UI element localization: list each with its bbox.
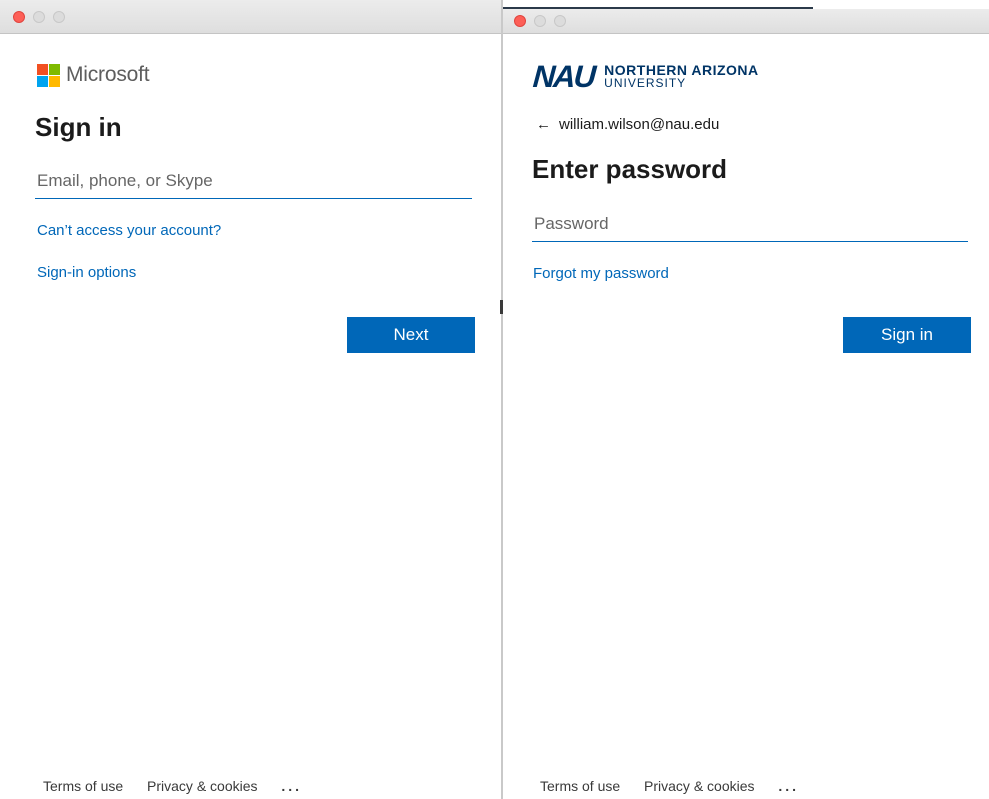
next-button[interactable]: Next: [347, 317, 475, 353]
sign-in-button[interactable]: Sign in: [843, 317, 971, 353]
page-title: Enter password: [532, 154, 728, 184]
nau-logo-line2: UNIVERSITY: [604, 76, 687, 90]
email-field[interactable]: [35, 164, 472, 199]
microsoft-signin-window: Microsoft Sign in Can’t access your acco…: [0, 0, 502, 799]
more-options-icon[interactable]: ...: [281, 778, 302, 794]
maximize-window-button[interactable]: [554, 15, 566, 27]
terms-of-use-link[interactable]: Terms of use: [540, 778, 620, 794]
account-identity: ← william.wilson@nau.edu: [536, 116, 719, 133]
privacy-cookies-link[interactable]: Privacy & cookies: [147, 778, 257, 794]
back-arrow-icon[interactable]: ←: [536, 116, 551, 133]
close-window-button[interactable]: [514, 15, 526, 27]
maximize-window-button[interactable]: [53, 10, 65, 23]
forgot-password-link[interactable]: Forgot my password: [533, 265, 669, 282]
nau-logo-line1: NORTHERN ARIZONA: [604, 62, 759, 78]
close-window-button[interactable]: [13, 10, 25, 23]
account-email: william.wilson@nau.edu: [559, 116, 720, 133]
nau-password-window: NAU NORTHERN ARIZONA UNIVERSITY ← willia…: [503, 0, 989, 799]
microsoft-logo-icon: [37, 64, 60, 87]
minimize-window-button[interactable]: [534, 15, 546, 27]
nau-logo-mark: NAU: [531, 58, 596, 94]
password-field[interactable]: [532, 206, 968, 242]
privacy-cookies-link[interactable]: Privacy & cookies: [644, 778, 754, 794]
window-titlebar[interactable]: [503, 9, 989, 34]
signin-options-link[interactable]: Sign-in options: [37, 264, 136, 281]
window-titlebar[interactable]: [0, 0, 502, 34]
page-title: Sign in: [35, 112, 122, 142]
brand-name: Microsoft: [66, 63, 150, 86]
nau-logo-text: NORTHERN ARIZONA UNIVERSITY: [604, 63, 758, 89]
terms-of-use-link[interactable]: Terms of use: [43, 778, 123, 794]
footer: Terms of use Privacy & cookies ...: [43, 778, 322, 794]
more-options-icon[interactable]: ...: [778, 778, 799, 794]
nau-logo: NAU NORTHERN ARIZONA UNIVERSITY: [531, 58, 759, 94]
minimize-window-button[interactable]: [33, 10, 45, 23]
footer: Terms of use Privacy & cookies ...: [540, 778, 819, 794]
cant-access-account-link[interactable]: Can’t access your account?: [37, 222, 221, 239]
